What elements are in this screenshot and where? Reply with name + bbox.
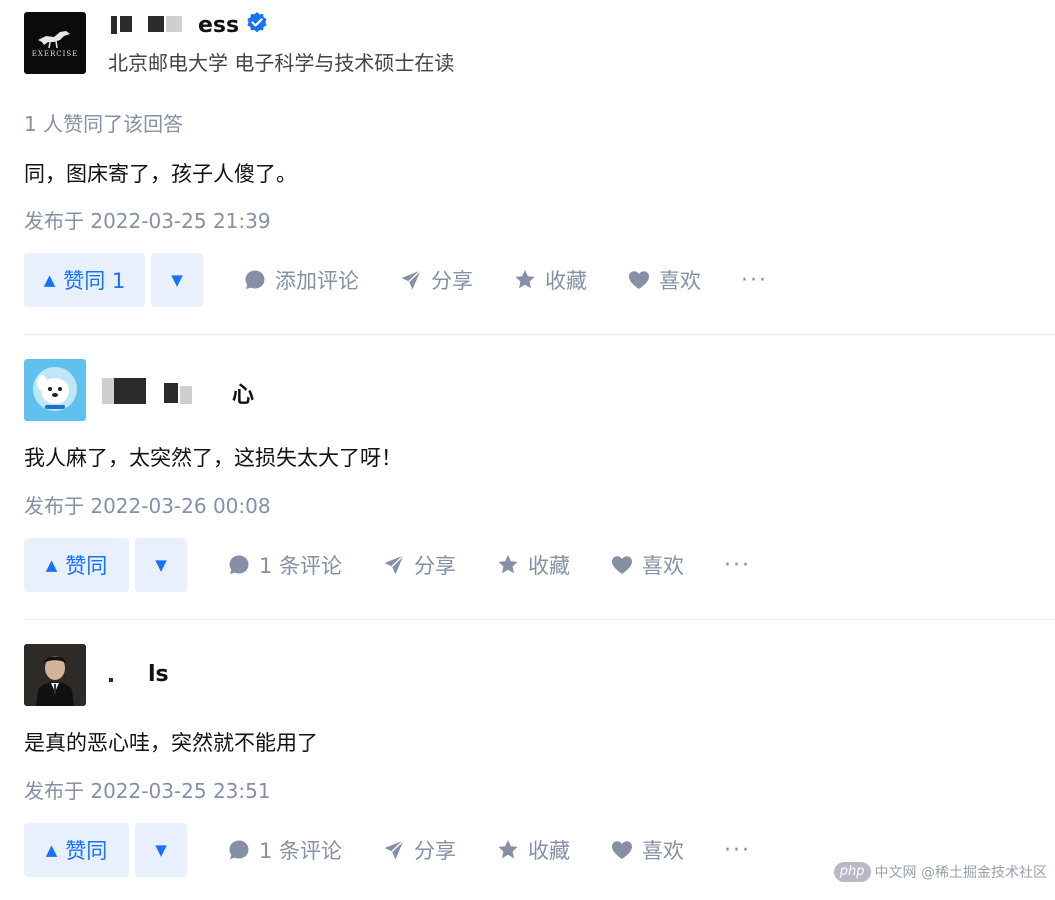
avatar-logo-icon [38,31,70,49]
vote-up-label: 赞同 [65,839,108,863]
answer-content: 是真的恶心哇，突然就不能用了 [24,731,318,755]
comment-button[interactable]: 1 条评论 [227,550,342,580]
share-button[interactable]: 分享 [399,265,473,295]
comment-label: 1 条评论 [259,839,343,863]
comment-label: 1 条评论 [259,554,343,578]
watermark: php 中文网 @稀土掘金技术社区 [833,862,1047,882]
vote-down-button[interactable]: ▼ [135,823,187,877]
comment-icon [245,270,265,289]
triangle-down-icon: ▼ [171,271,183,289]
redacted-name [114,378,146,404]
redacted-name [166,16,182,32]
divider [24,334,1055,335]
star-icon [498,840,518,859]
vote-up-label: 赞同 [65,554,108,578]
answer-content: 同，图床寄了，孩子人傻了。 [24,162,297,186]
share-label: 分享 [431,269,473,293]
vote-up-button[interactable]: ▲ 赞同 1 [24,253,145,307]
share-label: 分享 [414,839,457,863]
share-button[interactable]: 分享 [382,835,456,865]
avatar-dog-icon [33,367,77,411]
avatar[interactable] [24,644,86,706]
triangle-up-icon: ▲ [45,556,58,574]
share-icon [401,269,421,290]
comment-icon [229,555,249,574]
vote-count: 1 人赞同了该回答 [24,112,184,136]
avatar-portrait-icon [24,644,86,706]
answer-content: 我人麻了，太突然了，这损失太大了呀！ [24,446,402,470]
publish-time[interactable]: 发布于 2022-03-26 00:08 [24,490,271,519]
share-icon [384,554,405,575]
action-bar: ▲ 赞同 ▼ 1 条评论 分享 收藏 喜欢 ··· [24,823,751,877]
more-button[interactable]: ··· [724,553,751,578]
collect-button[interactable]: 收藏 [496,550,570,580]
triangle-down-icon: ▼ [155,841,167,859]
share-button[interactable]: 分享 [382,550,456,580]
action-bar: ▲ 赞同 ▼ 1 条评论 分享 收藏 喜欢 ··· [24,538,751,592]
author-name[interactable]: ls [148,662,169,687]
more-button[interactable]: ··· [724,838,751,863]
star-icon [498,555,518,574]
redacted-name [148,16,164,32]
vote-up-button[interactable]: ▲ 赞同 [24,823,129,877]
author-name[interactable]: 心 [232,377,254,409]
publish-time[interactable]: 发布于 2022-03-25 21:39 [24,205,271,234]
verified-icon [245,11,269,41]
avatar[interactable] [24,359,86,421]
like-button[interactable]: 喜欢 [627,265,701,295]
collect-button[interactable]: 收藏 [513,265,587,295]
like-button[interactable]: 喜欢 [610,550,684,580]
author-headline: 北京邮电大学 电子科学与技术硕士在读 [108,51,455,75]
comment-button[interactable]: 1 条评论 [227,835,342,865]
heart-icon [629,271,649,289]
like-button[interactable]: 喜欢 [610,835,684,865]
collect-label: 收藏 [528,839,571,863]
redacted-name [120,16,132,32]
action-bar: ▲ 赞同 1 ▼ 添加评论 分享 收藏 喜欢 ··· [24,253,768,307]
publish-time[interactable]: 发布于 2022-03-25 23:51 [24,775,271,804]
watermark-text: 中文网 @稀土掘金技术社区 [874,865,1047,881]
author-name[interactable]: ess [198,11,269,41]
triangle-up-icon: ▲ [43,271,56,289]
collect-label: 收藏 [545,269,587,293]
star-icon [515,270,535,289]
collect-button[interactable]: 收藏 [496,835,570,865]
vote-up-label: 赞同 1 [63,269,126,293]
heart-icon [612,556,633,574]
avatar[interactable]: EXERCISE [24,12,86,74]
vote-down-button[interactable]: ▼ [151,253,203,307]
avatar-text: EXERCISE [31,50,79,58]
vote-up-button[interactable]: ▲ 赞同 [24,538,129,592]
divider [24,619,1055,620]
comment-button[interactable]: 添加评论 [243,265,359,295]
redacted-name [109,678,113,682]
like-label: 喜欢 [642,839,685,863]
triangle-up-icon: ▲ [45,841,58,859]
redacted-name [164,383,178,403]
collect-label: 收藏 [528,554,571,578]
vote-down-button[interactable]: ▼ [135,538,187,592]
heart-icon [612,841,633,859]
share-icon [384,839,405,860]
comment-icon [229,840,249,859]
redacted-name [180,386,192,404]
more-button[interactable]: ··· [741,268,768,293]
redacted-name [111,16,117,34]
php-logo-icon: php [833,862,871,882]
triangle-down-icon: ▼ [155,556,167,574]
comment-label: 添加评论 [275,269,359,293]
share-label: 分享 [414,554,457,578]
like-label: 喜欢 [659,269,701,293]
like-label: 喜欢 [642,554,685,578]
